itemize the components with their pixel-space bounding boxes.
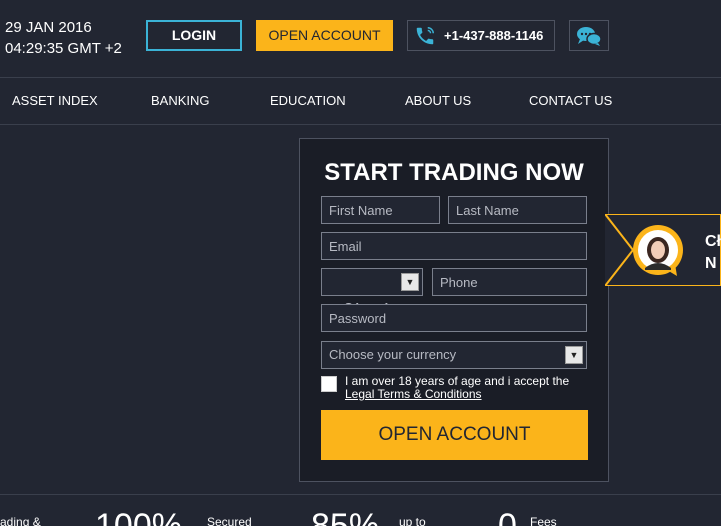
- date-time: 29 JAN 2016 04:29:35 GMT +2: [5, 17, 122, 59]
- stats-strip: ading & 100% Secured 85% up to 0 Fees: [0, 494, 721, 526]
- phone-number: +1-437-888-1146: [444, 28, 544, 43]
- currency-placeholder: Choose your currency: [329, 347, 457, 362]
- nav-about-us[interactable]: ABOUT US: [405, 93, 471, 108]
- chat-tab-line-2: N: [705, 255, 717, 272]
- login-button[interactable]: LOGIN: [146, 20, 242, 51]
- last-name-input[interactable]: [456, 197, 586, 223]
- live-chat-tab[interactable]: Cł N: [605, 214, 721, 286]
- stat-4-label: Fees: [530, 515, 557, 526]
- nav-banking[interactable]: BANKING: [151, 93, 210, 108]
- chevron-down-icon: ▼: [565, 346, 583, 364]
- phone-icon: [416, 26, 434, 44]
- terms-text: I am over 18 years of age and i accept t…: [345, 374, 570, 388]
- country-code-select[interactable]: CA +1 ▼: [321, 268, 423, 315]
- form-title: START TRADING NOW: [324, 159, 584, 186]
- stat-3-value: 85%: [311, 507, 380, 526]
- phone-contact[interactable]: +1-437-888-1146: [407, 20, 555, 51]
- currency-select[interactable]: Choose your currency ▼: [321, 341, 587, 369]
- first-name-field[interactable]: [321, 196, 440, 224]
- chat-button[interactable]: [569, 20, 609, 51]
- first-name-input[interactable]: [329, 197, 439, 223]
- password-input[interactable]: [329, 305, 586, 331]
- stat-4-value: 0: [498, 507, 517, 526]
- phone-field[interactable]: [432, 268, 587, 296]
- main-nav: ASSET INDEX BANKING EDUCATION ABOUT US C…: [0, 79, 721, 125]
- email-input[interactable]: [329, 233, 586, 259]
- chat-tab-frame: [605, 214, 721, 286]
- phone-input[interactable]: [440, 269, 586, 295]
- open-account-submit-button[interactable]: OPEN ACCOUNT: [321, 410, 588, 460]
- registration-form: START TRADING NOW CA +1 ▼ Choose your cu…: [299, 138, 609, 482]
- nav-contact-us[interactable]: CONTACT US: [529, 93, 612, 108]
- chat-tab-label: Cł N: [705, 231, 721, 275]
- date-text: 29 JAN 2016: [5, 19, 92, 36]
- chat-bubbles-icon: [577, 26, 602, 46]
- last-name-field[interactable]: [448, 196, 587, 224]
- nav-asset-index[interactable]: ASSET INDEX: [12, 93, 98, 108]
- stat-3-label: up to: [399, 515, 426, 526]
- stat-1-label: ading &: [0, 515, 41, 526]
- stat-2-value: 100%: [95, 507, 182, 526]
- chat-tab-line-1: Cł: [705, 233, 721, 250]
- open-account-button-top[interactable]: OPEN ACCOUNT: [256, 20, 393, 51]
- top-bar: 29 JAN 2016 04:29:35 GMT +2 LOGIN OPEN A…: [0, 0, 721, 78]
- nav-education[interactable]: EDUCATION: [270, 93, 346, 108]
- password-field[interactable]: [321, 304, 587, 332]
- stat-2-label: Secured: [207, 515, 252, 526]
- chevron-down-icon: ▼: [401, 273, 419, 291]
- email-field[interactable]: [321, 232, 587, 260]
- time-text: 04:29:35 GMT +2: [5, 40, 122, 57]
- terms-link[interactable]: Legal Terms & Conditions: [345, 387, 482, 401]
- terms-label: I am over 18 years of age and i accept t…: [345, 375, 585, 401]
- terms-checkbox[interactable]: [321, 376, 337, 392]
